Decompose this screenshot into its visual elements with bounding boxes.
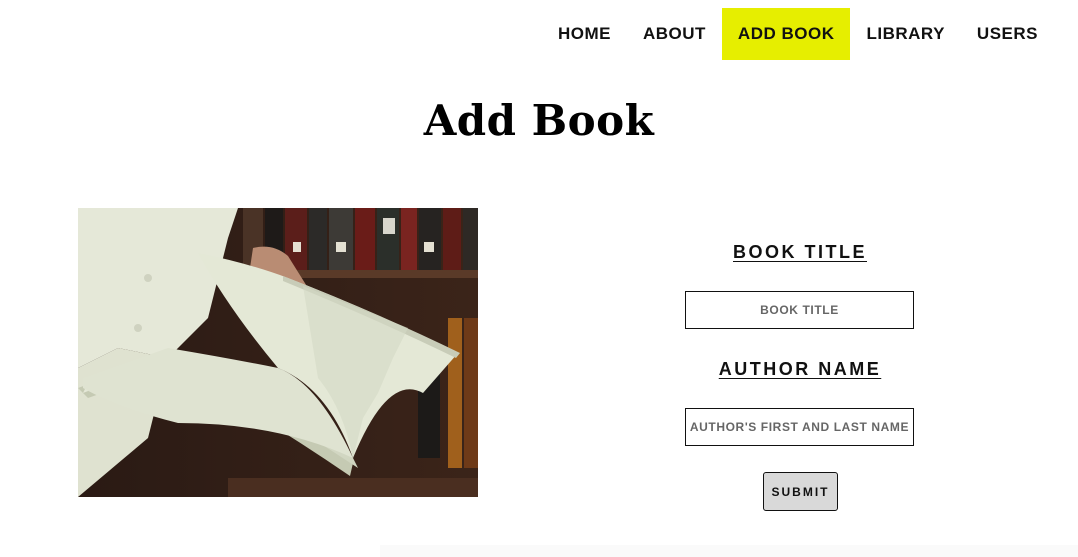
nav-add-book-link[interactable]: ADD BOOK (721, 8, 851, 60)
nav-about-link[interactable]: ABOUT (627, 8, 722, 60)
author-name-label: AUTHOR NAME (718, 359, 882, 379)
nav-users-link[interactable]: USERS (961, 8, 1054, 60)
open-book-illustration (78, 208, 478, 497)
book-photo (78, 208, 478, 497)
submit-button[interactable]: SUBMIT (763, 472, 838, 511)
nav-library-link[interactable]: LIBRARY (850, 8, 960, 60)
author-name-input[interactable] (685, 408, 914, 446)
footer-strip (380, 545, 1078, 557)
top-nav: HOME ABOUT ADD BOOK LIBRARY USERS (542, 8, 1054, 60)
nav-home-link[interactable]: HOME (542, 8, 627, 60)
page-title: Add Book (423, 96, 655, 145)
book-title-input[interactable] (685, 291, 914, 329)
book-title-label: BOOK TITLE (733, 242, 867, 262)
